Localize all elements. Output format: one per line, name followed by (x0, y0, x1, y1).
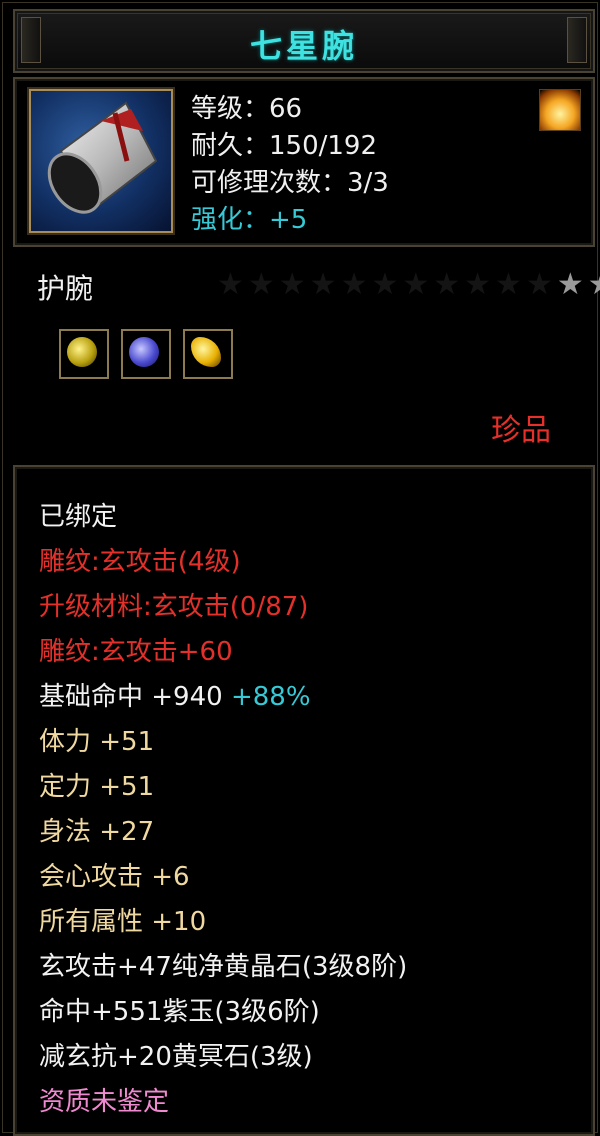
quality-line: 资质未鉴定 (39, 1087, 170, 1117)
base-hit-value: 基础命中 +940 (39, 682, 223, 712)
gold-gem-icon[interactable] (183, 329, 233, 379)
socket-line-1: 玄攻击+47纯净黄晶石(3级8阶) (39, 952, 408, 982)
item-stats: 等级：66 耐久：150/192 可修理次数：3/3 强化：+5 (191, 91, 389, 239)
socket-line-2: 命中+551紫玉(3级6阶) (39, 997, 320, 1027)
bound-status: 已绑定 (39, 502, 118, 532)
base-hit-percent: +88% (230, 682, 311, 712)
level-stat: 等级：66 (191, 94, 303, 124)
star-rating: ★★★★★★★★★★★★★ (217, 267, 600, 302)
yellow-gem-icon[interactable] (59, 329, 109, 379)
socket-line-3: 减玄抗+20黄冥石(3级) (39, 1042, 313, 1072)
enhance-stat: 强化：+5 (191, 205, 308, 235)
item-tooltip: 七星腕 等级：66 耐久：150/192 可修理次数：3/3 强化：+5 护腕 … (2, 2, 600, 1136)
stamina-line: 体力 +51 (39, 727, 155, 757)
crit-line: 会心攻击 +6 (39, 862, 190, 892)
all-attributes-line: 所有属性 +10 (39, 907, 207, 937)
engrave-line: 雕纹:玄攻击(4级) (39, 547, 241, 577)
attribute-panel: 已绑定 雕纹:玄攻击(4级) 升级材料:玄攻击(0/87) 雕纹:玄攻击+60 … (13, 465, 595, 1136)
blue-gem-icon[interactable] (121, 329, 171, 379)
empty-stars: ★★★★★★★★★★★ (217, 267, 557, 302)
item-header-panel: 等级：66 耐久：150/192 可修理次数：3/3 强化：+5 (13, 77, 595, 247)
durability-stat: 耐久：150/192 (191, 131, 378, 161)
attribute-list: 已绑定 雕纹:玄攻击(4级) 升级材料:玄攻击(0/87) 雕纹:玄攻击+60 … (39, 495, 407, 1125)
engrave-bonus-line: 雕纹:玄攻击+60 (39, 637, 233, 667)
bracer-icon[interactable] (29, 89, 173, 233)
agility-line: 身法 +27 (39, 817, 155, 847)
filled-stars: ★★ (556, 267, 600, 302)
rarity-label: 珍品 (491, 413, 551, 448)
flame-icon[interactable] (539, 89, 581, 131)
item-subtype: 护腕 (37, 272, 94, 305)
item-name: 七星腕 (249, 27, 358, 65)
upgrade-material-line: 升级材料:玄攻击(0/87) (39, 592, 309, 622)
focus-line: 定力 +51 (39, 772, 155, 802)
base-hit-line: 基础命中 +940 +88% (39, 675, 407, 720)
title-bar: 七星腕 (13, 9, 595, 73)
repair-count-stat: 可修理次数：3/3 (191, 168, 389, 198)
